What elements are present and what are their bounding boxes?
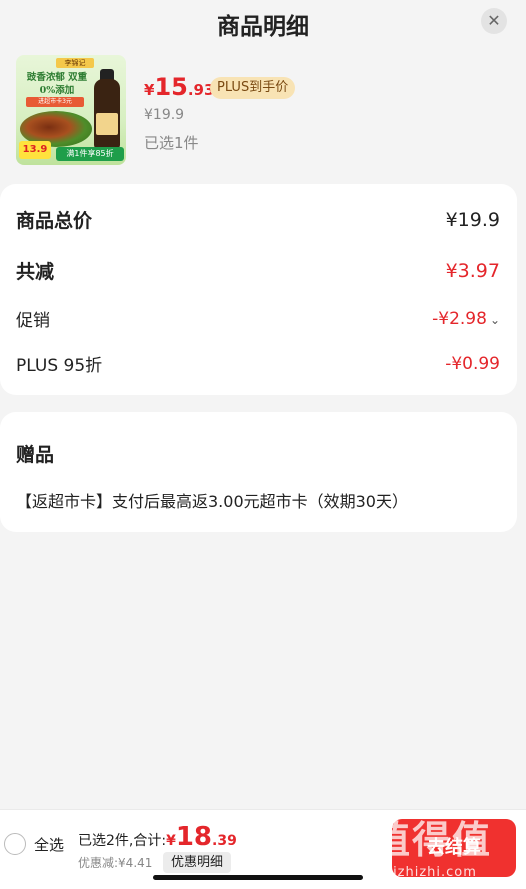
promo-row[interactable]: 促销 -¥2.98 ⌄ [16, 306, 500, 332]
selected-quantity: 已选1件 [144, 134, 199, 152]
select-all-checkbox[interactable] [4, 833, 26, 855]
total-value: ¥19.9 [445, 208, 500, 231]
plus-discount-row: PLUS 95折 -¥0.99 [16, 351, 500, 377]
gift-title: 赠品 [16, 444, 55, 466]
plus-discount-value: -¥0.99 [445, 353, 500, 374]
gift-card: 赠品 【返超市卡】支付后最高返3.00元超市卡（效期30天） [0, 412, 517, 532]
price-summary-card: 商品总价 ¥19.9 共减 ¥3.97 促销 -¥2.98 ⌄ PLUS 95折 … [0, 184, 517, 395]
promo-value: -¥2.98 [432, 308, 487, 329]
page-title: 商品明细 [217, 14, 309, 40]
total-decimal: .39 [212, 833, 237, 849]
thumb-brand: 李锦记 [56, 58, 94, 68]
thumb-slogan: 豉香浓郁 双重0%添加 [26, 72, 88, 96]
plus-discount-label: PLUS 95折 [16, 356, 103, 376]
order-total: 已选2件,合计: ¥ 18 .39 [78, 822, 237, 852]
total-row: 商品总价 ¥19.9 [16, 206, 500, 233]
home-indicator[interactable] [153, 875, 363, 880]
promo-value-group[interactable]: -¥2.98 ⌄ [432, 309, 500, 329]
reduce-row: 共减 ¥3.97 [16, 257, 500, 284]
select-all-label[interactable]: 全选 [34, 834, 64, 855]
discount-detail-button[interactable]: 优惠明细 [163, 852, 232, 873]
selected-count-label: 已选2件,合计: [78, 833, 167, 849]
reduce-value: ¥3.97 [445, 259, 500, 282]
gift-description: 【返超市卡】支付后最高返3.00元超市卡（效期30天） [16, 492, 408, 511]
promo-label: 促销 [16, 311, 50, 331]
total-currency: ¥ [166, 833, 176, 849]
chevron-down-icon[interactable]: ⌄ [490, 313, 500, 327]
reduce-label: 共减 [16, 261, 55, 283]
discount-amount: 优惠减:¥4.41 [78, 856, 153, 870]
total-integer: 18 [175, 822, 213, 852]
plus-price-badge: PLUS到手价 [210, 77, 296, 99]
header: 商品明细 ✕ [0, 0, 526, 44]
thumb-promo: 满1件享85折 [56, 147, 124, 161]
checkout-button[interactable]: 去结算 [392, 819, 516, 877]
product-item: 李锦记 豉香浓郁 双重0%添加 进超市卡3元 13.9 满1件享85折 ¥ 15… [16, 55, 510, 167]
bottle-label-image [96, 113, 118, 135]
close-icon[interactable]: ✕ [481, 8, 507, 34]
price-currency: ¥ [144, 81, 155, 99]
product-price: ¥ 15 .93 [144, 73, 214, 103]
total-label: 商品总价 [16, 210, 93, 232]
price-integer: 15 [154, 73, 188, 101]
thumb-price-badge: 13.9 [19, 141, 51, 159]
original-price: ¥19.9 [144, 107, 185, 123]
product-thumbnail[interactable]: 李锦记 豉香浓郁 双重0%添加 进超市卡3元 13.9 满1件享85折 [16, 55, 126, 165]
thumb-tag: 进超市卡3元 [26, 97, 84, 107]
